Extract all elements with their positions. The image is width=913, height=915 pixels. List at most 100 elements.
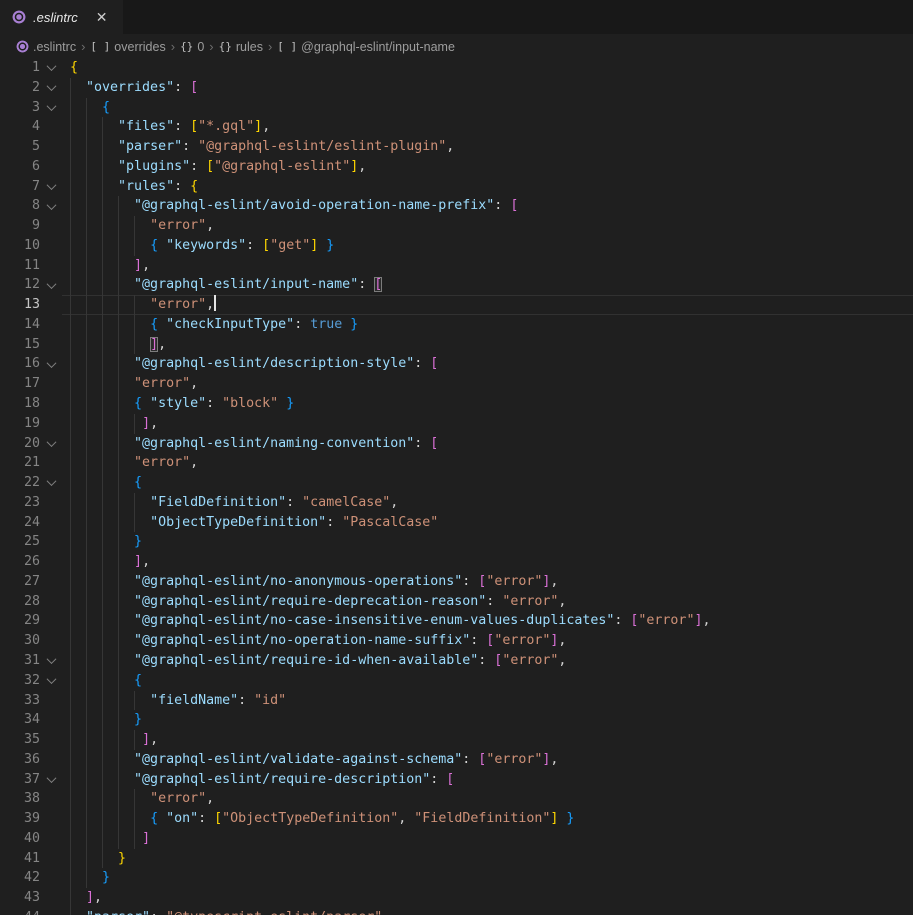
code-line: 27 "@graphql-eslint/no-anonymous-operati… (0, 572, 913, 592)
code-text[interactable]: } (62, 710, 913, 730)
code-text[interactable]: } (62, 532, 913, 552)
token: , (150, 416, 158, 431)
code-text[interactable]: "@graphql-eslint/no-case-insensitive-enu… (62, 611, 913, 631)
code-text[interactable]: "@graphql-eslint/no-anonymous-operations… (62, 572, 913, 592)
code-text[interactable]: ], (62, 552, 913, 572)
token: "block" (222, 396, 278, 411)
line-number: 28 (0, 592, 40, 612)
token: "error" (638, 613, 694, 628)
fold-spacer (40, 710, 62, 730)
breadcrumb-item-0[interactable]: {} 0 (180, 40, 204, 54)
breadcrumb-label: 0 (197, 40, 204, 54)
code-text[interactable]: ], (62, 730, 913, 750)
fold-chevron-icon[interactable] (40, 177, 62, 197)
code-text[interactable]: { (62, 98, 913, 118)
line-number: 6 (0, 157, 40, 177)
fold-spacer (40, 789, 62, 809)
code-text[interactable]: "@graphql-eslint/require-id-when-availab… (62, 651, 913, 671)
token: : (238, 693, 254, 708)
code-text[interactable]: { "on": ["ObjectTypeDefinition", "FieldD… (62, 809, 913, 829)
code-text[interactable]: { "keywords": ["get"] } (62, 236, 913, 256)
code-text[interactable]: ], (62, 888, 913, 908)
breadcrumb-item--eslintrc[interactable]: .eslintrc (16, 40, 76, 54)
fold-chevron-icon[interactable] (40, 770, 62, 790)
line-number: 34 (0, 710, 40, 730)
code-line: 35 ], (0, 730, 913, 750)
code-text[interactable]: "rules": { (62, 177, 913, 197)
line-number: 7 (0, 177, 40, 197)
fold-chevron-icon[interactable] (40, 671, 62, 691)
code-text[interactable]: { "style": "block" } (62, 394, 913, 414)
code-text[interactable]: "error", (62, 453, 913, 473)
code-text[interactable]: { (62, 671, 913, 691)
code-line: 25 } (0, 532, 913, 552)
code-line: 13 "error", (0, 295, 913, 315)
code-text[interactable]: "error", (62, 216, 913, 236)
code-text[interactable]: ], (62, 256, 913, 276)
code-line: 44 "parser": "@typescript-eslint/parser" (0, 908, 913, 915)
fold-chevron-icon[interactable] (40, 651, 62, 671)
code-text[interactable]: "@graphql-eslint/require-deprecation-rea… (62, 592, 913, 612)
breadcrumb-item-rules[interactable]: {}rules (219, 40, 263, 54)
fold-chevron-icon[interactable] (40, 354, 62, 374)
fold-chevron-icon[interactable] (40, 196, 62, 216)
fold-chevron-icon[interactable] (40, 98, 62, 118)
tab-eslintrc[interactable]: .eslintrc ✕ (0, 0, 123, 34)
code-text[interactable]: "@graphql-eslint/no-operation-name-suffi… (62, 631, 913, 651)
code-text[interactable]: "error", (62, 295, 913, 315)
code-text[interactable]: } (62, 868, 913, 888)
code-text[interactable]: "@graphql-eslint/naming-convention": [ (62, 434, 913, 454)
code-text[interactable]: "overrides": [ (62, 78, 913, 98)
code-text[interactable]: ], (62, 335, 913, 355)
code-text[interactable]: } (62, 849, 913, 869)
code-text[interactable]: "fieldName": "id" (62, 691, 913, 711)
line-number: 32 (0, 671, 40, 691)
code-text[interactable]: "parser": "@typescript-eslint/parser" (62, 908, 913, 915)
breadcrumb-item-overrides[interactable]: [ ]overrides (90, 40, 165, 54)
code-text[interactable]: { (62, 473, 913, 493)
breadcrumb-item--graphql-eslint-input-name[interactable]: [ ]@graphql-eslint/input-name (277, 40, 455, 54)
code-text[interactable]: "error", (62, 374, 913, 394)
fold-chevron-icon[interactable] (40, 434, 62, 454)
line-number: 2 (0, 78, 40, 98)
code-text[interactable]: "@graphql-eslint/validate-against-schema… (62, 750, 913, 770)
code-text[interactable]: "FieldDefinition": "camelCase", (62, 493, 913, 513)
code-text[interactable]: "error", (62, 789, 913, 809)
token: "error" (150, 791, 206, 806)
code-text[interactable]: ], (62, 414, 913, 434)
fold-chevron-icon[interactable] (40, 78, 62, 98)
code-text[interactable]: "@graphql-eslint/description-style": [ (62, 354, 913, 374)
close-tab-icon[interactable]: ✕ (93, 9, 111, 25)
fold-spacer (40, 374, 62, 394)
token: "ObjectTypeDefinition" (222, 811, 398, 826)
text-cursor (214, 295, 216, 311)
symbol-object-icon: {} (180, 40, 193, 53)
token: { (70, 60, 78, 75)
token: { (134, 673, 142, 688)
fold-spacer (40, 414, 62, 434)
fold-chevron-icon[interactable] (40, 473, 62, 493)
code-text[interactable]: "parser": "@graphql-eslint/eslint-plugin… (62, 137, 913, 157)
code-text[interactable]: { (62, 58, 913, 78)
code-line: 28 "@graphql-eslint/require-deprecation-… (0, 592, 913, 612)
fold-chevron-icon[interactable] (40, 58, 62, 78)
fold-chevron-icon[interactable] (40, 275, 62, 295)
code-text[interactable]: "@graphql-eslint/input-name": [ (62, 275, 913, 295)
eslint-file-icon (12, 10, 26, 24)
code-line: 21 "error", (0, 453, 913, 473)
code-text[interactable]: "plugins": ["@graphql-eslint"], (62, 157, 913, 177)
token: "plugins" (118, 159, 190, 174)
code-text[interactable]: "@graphql-eslint/avoid-operation-name-pr… (62, 196, 913, 216)
code-text[interactable]: "@graphql-eslint/require-description": [ (62, 770, 913, 790)
token: : (414, 356, 430, 371)
code-text[interactable]: ] (62, 829, 913, 849)
token: "@graphql-eslint/require-id-when-availab… (134, 653, 478, 668)
token: : (174, 179, 190, 194)
line-number: 13 (0, 295, 40, 315)
code-text[interactable]: "files": ["*.gql"], (62, 117, 913, 137)
token: : (462, 752, 478, 767)
token (278, 396, 286, 411)
code-text[interactable]: { "checkInputType": true } (62, 315, 913, 335)
code-text[interactable]: "ObjectTypeDefinition": "PascalCase" (62, 513, 913, 533)
line-number: 20 (0, 434, 40, 454)
